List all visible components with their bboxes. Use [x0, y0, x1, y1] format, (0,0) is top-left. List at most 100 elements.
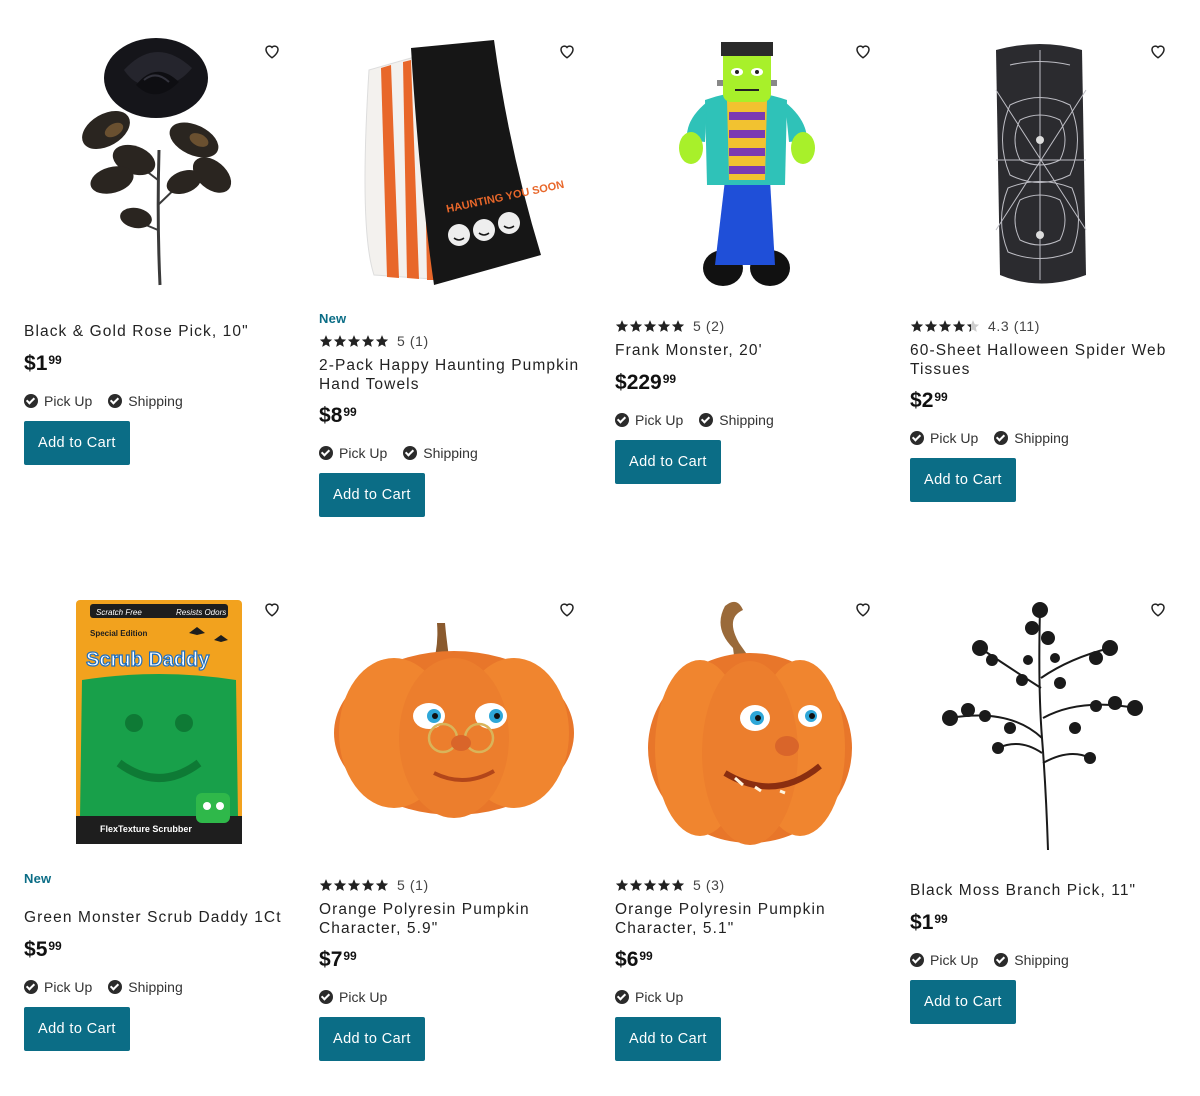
product-price: $7 99 — [319, 947, 581, 977]
price-dollars: 8 — [330, 404, 343, 427]
package-text-bottom: FlexTexture Scrubber — [100, 824, 192, 834]
product-info: 5 (2) Frank Monster, 20' $229 99 Pick Up … — [615, 316, 877, 484]
product-image[interactable] — [615, 30, 877, 300]
pickup-option: Pick Up — [24, 979, 92, 995]
product-image[interactable] — [24, 30, 286, 300]
product-price: $5 99 — [24, 937, 286, 967]
wishlist-heart-icon[interactable] — [558, 600, 576, 618]
product-title[interactable]: Green Monster Scrub Daddy 1Ct — [24, 909, 286, 928]
check-circle-icon — [108, 393, 123, 408]
product-image[interactable]: Scratch Free Resists Odors Special Editi… — [24, 588, 286, 858]
wishlist-heart-icon[interactable] — [854, 600, 872, 618]
wishlist-heart-icon[interactable] — [854, 42, 872, 60]
fulfillment-options: Pick Up Shipping — [319, 443, 581, 463]
star-rating — [319, 334, 389, 348]
add-to-cart-button[interactable]: Add to Cart — [24, 1006, 130, 1051]
shipping-option: Shipping — [403, 445, 478, 461]
check-circle-icon — [699, 412, 714, 427]
product-price: $2 99 — [910, 388, 1172, 418]
star-icon — [615, 320, 629, 332]
price-currency: $ — [319, 948, 331, 971]
wishlist-heart-icon[interactable] — [263, 600, 281, 618]
star-icon — [657, 879, 671, 891]
shipping-option: Shipping — [994, 952, 1069, 968]
fulfillment-options: Pick Up Shipping — [615, 410, 877, 430]
check-circle-icon — [403, 446, 418, 460]
add-to-cart-button[interactable]: Add to Cart — [24, 420, 130, 465]
product-info: New 5 (1) 2-Pack Happy Haunting Pumpkin … — [319, 311, 581, 517]
fulfillment-options: Pick Up Shipping — [910, 950, 1172, 970]
fulfillment-options: Pick Up — [319, 987, 581, 1007]
pickup-option: Pick Up — [319, 445, 387, 461]
product-title[interactable]: Orange Polyresin Pumpkin Character, 5.9" — [319, 901, 581, 938]
add-to-cart-button[interactable]: Add to Cart — [319, 1017, 425, 1061]
wishlist-heart-icon[interactable] — [1149, 600, 1167, 618]
price-currency: $ — [615, 370, 627, 394]
add-to-cart-button[interactable]: Add to Cart — [910, 979, 1016, 1024]
price-dollars: 6 — [626, 948, 639, 971]
wishlist-heart-icon[interactable] — [263, 42, 281, 60]
shipping-label: Shipping — [1014, 951, 1069, 968]
product-title[interactable]: Black Moss Branch Pick, 11" — [910, 882, 1172, 901]
shipping-label: Shipping — [719, 411, 774, 428]
pickup-label: Pick Up — [635, 411, 684, 428]
product-title[interactable]: 2-Pack Happy Haunting Pumpkin Hand Towel… — [319, 357, 581, 394]
fulfillment-options: Pick Up — [615, 987, 877, 1007]
shipping-option: Shipping — [699, 412, 774, 428]
pickup-option: Pick Up — [910, 952, 978, 968]
wishlist-heart-icon[interactable] — [1149, 42, 1167, 60]
check-circle-icon — [319, 990, 333, 1004]
star-rating — [615, 319, 685, 333]
black-moss-branch-image — [942, 602, 1143, 851]
product-title[interactable]: Frank Monster, 20' — [615, 342, 877, 361]
pickup-option: Pick Up — [319, 989, 387, 1005]
pickup-label: Pick Up — [44, 392, 93, 409]
star-icon — [347, 879, 361, 891]
star-icon — [671, 879, 685, 891]
package-text-top-left: Scratch Free — [96, 608, 142, 617]
pickup-option: Pick Up — [615, 989, 683, 1005]
package-text-edition: Special Edition — [90, 629, 147, 638]
product-image[interactable]: HAUNTING YOU SOON — [319, 30, 581, 300]
check-circle-icon — [108, 979, 123, 994]
product-info: 4.3 (11) 60-Sheet Halloween Spider Web T… — [910, 316, 1172, 502]
hand-towels-image: HAUNTING YOU SOON — [364, 40, 565, 285]
star-icon — [615, 879, 629, 891]
product-title[interactable]: Orange Polyresin Pumpkin Character, 5.1" — [615, 901, 877, 938]
product-image[interactable] — [910, 30, 1172, 300]
add-to-cart-button[interactable]: Add to Cart — [615, 439, 721, 484]
fulfillment-options: Pick Up Shipping — [910, 428, 1172, 448]
add-to-cart-button[interactable]: Add to Cart — [615, 1017, 721, 1061]
product-title[interactable]: Black & Gold Rose Pick, 10" — [24, 323, 286, 342]
price-currency: $ — [615, 948, 627, 971]
pickup-label: Pick Up — [930, 430, 979, 446]
product-grid: Black & Gold Rose Pick, 10" $1 99 Pick Up… — [0, 0, 1200, 1096]
product-image[interactable] — [319, 588, 581, 858]
star-icon — [910, 320, 924, 332]
star-icon — [333, 335, 347, 347]
price-dollars: 1 — [35, 351, 48, 375]
rating-text: 5 (2) — [693, 318, 725, 334]
star-rating — [910, 319, 980, 333]
shipping-label: Shipping — [128, 978, 183, 995]
price-currency: $ — [24, 351, 36, 375]
frankenstein-inflatable-image — [679, 42, 815, 286]
product-image[interactable] — [615, 588, 877, 858]
product-image[interactable] — [910, 588, 1172, 858]
product-info: 5 (3) Orange Polyresin Pumpkin Character… — [615, 875, 877, 1061]
rating: 4.3 (11) — [910, 316, 1172, 336]
wishlist-heart-icon[interactable] — [558, 42, 576, 60]
star-icon — [629, 879, 643, 891]
check-circle-icon — [24, 979, 38, 994]
package-text-brand: Scrub Daddy — [86, 649, 210, 671]
pickup-label: Pick Up — [339, 445, 388, 461]
add-to-cart-button[interactable]: Add to Cart — [319, 473, 425, 517]
star-icon — [375, 879, 389, 891]
check-circle-icon — [994, 431, 1009, 445]
scrub-daddy-image: Scratch Free Resists Odors Special Editi… — [76, 600, 242, 844]
add-to-cart-button[interactable]: Add to Cart — [910, 458, 1016, 502]
product-title[interactable]: 60-Sheet Halloween Spider Web Tissues — [910, 342, 1172, 379]
price-dollars: 5 — [35, 937, 48, 961]
black-rose-image — [82, 38, 232, 286]
check-circle-icon — [910, 431, 924, 445]
